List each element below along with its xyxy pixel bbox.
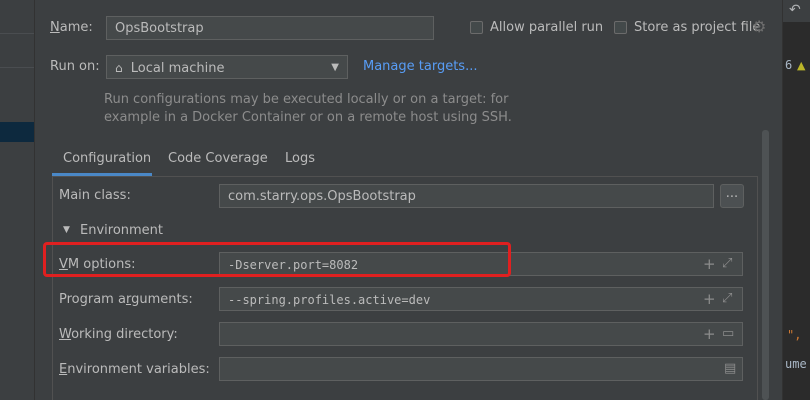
browse-main-class-button[interactable]: ... xyxy=(720,184,744,208)
name-field[interactable]: OpsBootstrap xyxy=(106,16,434,40)
editor-gutter: ↶ 6 ▲ ", ume xyxy=(782,0,810,400)
environment-variables-label: Environment variables: xyxy=(59,362,210,377)
folder-icon[interactable]: ▭ xyxy=(722,326,734,341)
run-on-dropdown[interactable]: ⌂ Local machine ▼ xyxy=(106,55,348,79)
selected-tree-row[interactable] xyxy=(0,122,34,142)
warning-icon[interactable]: ▲ xyxy=(797,59,805,72)
chevron-down-icon: ▼ xyxy=(331,62,339,73)
run-on-value: Local machine xyxy=(130,61,225,76)
main-class-label: Main class: xyxy=(59,188,131,203)
working-directory-label: Working directory: xyxy=(59,327,178,342)
divider xyxy=(0,33,34,34)
add-icon[interactable]: + xyxy=(703,326,716,342)
divider xyxy=(0,67,34,68)
tab-configuration[interactable]: Configuration xyxy=(63,151,151,166)
add-icon[interactable]: + xyxy=(703,291,716,307)
store-as-project-file-checkbox[interactable] xyxy=(614,21,627,34)
main-class-field[interactable]: com.starry.ops.OpsBootstrap xyxy=(219,184,714,208)
expand-icon[interactable]: ⤢ xyxy=(722,256,732,272)
allow-parallel-run-checkbox[interactable] xyxy=(470,21,483,34)
tab-logs[interactable]: Logs xyxy=(285,151,315,166)
program-arguments-field[interactable]: --spring.profiles.active=dev xyxy=(219,287,743,311)
vertical-scrollbar[interactable] xyxy=(762,130,769,400)
environment-variables-field[interactable] xyxy=(219,357,743,381)
collapse-triangle-icon[interactable]: ▼ xyxy=(63,225,70,235)
document-icon[interactable]: ▤ xyxy=(724,361,736,376)
environment-section-label[interactable]: Environment xyxy=(80,223,163,238)
name-label: Name: xyxy=(50,20,93,35)
editor-fragment-mid: ", xyxy=(787,328,802,342)
gear-icon[interactable]: ⚙ xyxy=(752,17,766,36)
program-arguments-value: --spring.profiles.active=dev xyxy=(228,293,431,307)
allow-parallel-run-label[interactable]: Allow parallel run xyxy=(490,20,603,35)
hint-line-1: Run configurations may be executed local… xyxy=(104,92,509,107)
run-target-hint: Run configurations may be executed local… xyxy=(104,91,512,127)
left-tool-strip xyxy=(0,0,35,400)
editor-toolbar: ↶ xyxy=(783,0,810,22)
editor-fragment-top: 6 xyxy=(785,58,793,72)
store-as-project-file-label[interactable]: Store as project file xyxy=(634,20,760,35)
undo-icon[interactable]: ↶ xyxy=(789,2,801,18)
editor-fragment-bottom: ume xyxy=(785,357,807,371)
home-icon: ⌂ xyxy=(115,61,123,75)
run-on-label: Run on: xyxy=(50,59,100,74)
hint-line-2: example in a Docker Container or on a re… xyxy=(104,110,512,125)
expand-icon[interactable]: ⤢ xyxy=(722,291,732,307)
add-icon[interactable]: + xyxy=(703,256,716,272)
working-directory-field[interactable] xyxy=(219,322,743,346)
vm-options-highlight xyxy=(43,242,511,277)
tab-code-coverage[interactable]: Code Coverage xyxy=(168,151,268,166)
program-arguments-label: Program arguments: xyxy=(59,292,193,307)
manage-targets-link[interactable]: Manage targets... xyxy=(363,59,477,74)
